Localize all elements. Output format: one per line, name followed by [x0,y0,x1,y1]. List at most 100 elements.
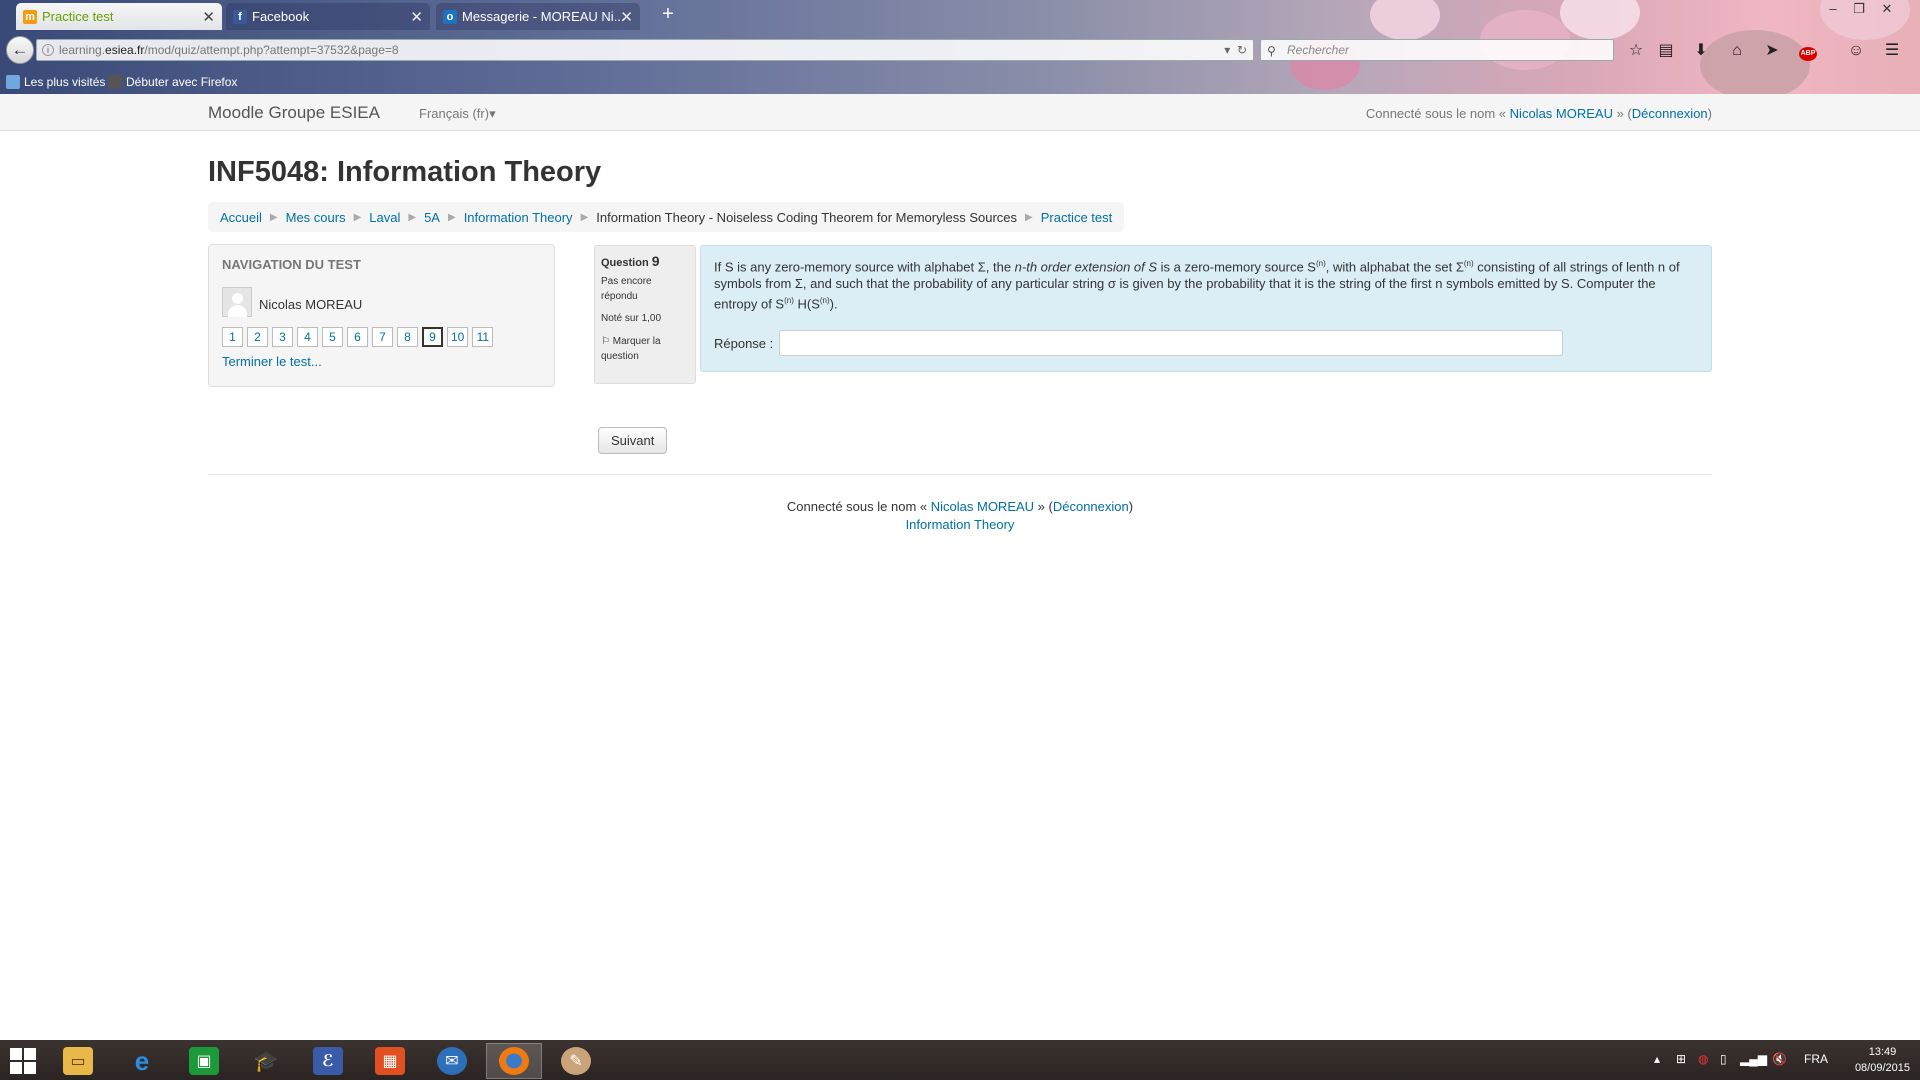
minimize-button[interactable]: – [1820,1,1846,19]
finish-attempt-link[interactable]: Terminer le test... [222,354,322,369]
windows-flag-icon[interactable]: ⊞ [1676,1052,1686,1066]
breadcrumb-practice-test[interactable]: Practice test [1041,210,1113,225]
question-text-emphasis: n-th order extension of S [1014,259,1158,275]
caret-down-icon: ▾ [489,106,496,121]
question-button-10[interactable]: 10 [447,327,469,347]
user-profile-link[interactable]: Nicolas MOREAU [1510,106,1613,121]
user-name: Nicolas MOREAU [259,297,363,312]
breadcrumb-5a[interactable]: 5A [424,210,440,225]
url-prefix: learning. [59,43,106,57]
answer-input[interactable] [779,330,1564,356]
block-title: Navigation du test [222,257,361,272]
input-language[interactable]: FRA [1804,1052,1828,1066]
page-footer: Connecté sous le nom « Nicolas MOREAU » … [208,498,1712,534]
bookmarks-list-icon[interactable]: ▤ [1654,41,1678,61]
tab-practice-test[interactable]: m Practice test ✕ [16,3,222,30]
search-bar[interactable]: ⚲ Rechercher [1260,39,1614,61]
tray-expand-icon[interactable]: ▴ [1654,1052,1660,1066]
network-icon[interactable]: ▂▄▆ [1740,1052,1767,1066]
tab-messagerie[interactable]: o Messagerie - MOREAU Ni... ✕ [436,3,640,30]
flag-question[interactable]: ⚐ Marquer la question [601,334,689,364]
question-button-2[interactable]: 2 [247,327,268,347]
back-button[interactable]: ← [6,36,34,64]
restore-button[interactable]: ❐ [1846,1,1872,19]
breadcrumb-section: Information Theory - Noiseless Coding Th… [596,209,1018,225]
reload-icon[interactable]: ▾ ↻ [1224,40,1247,60]
windows-start-icon[interactable] [10,1048,36,1074]
question-button-9-current[interactable]: 9 [422,327,443,347]
download-icon[interactable]: ⬇ [1689,41,1713,61]
breadcrumb-my-courses[interactable]: Mes cours [286,210,346,225]
user-profile-link[interactable]: Nicolas MOREAU [931,499,1034,514]
paint-palette-icon: ✎ [561,1047,591,1075]
taskbar-store[interactable]: ▣ [176,1043,232,1079]
chat-icon[interactable]: ☺ [1844,41,1868,61]
breadcrumb-separator-icon: ▶ [408,211,417,223]
breadcrumb: Accueil ▶ Mes cours ▶ Laval ▶ 5A ▶ Infor… [208,202,1125,232]
send-icon[interactable]: ➤ [1760,41,1784,61]
question-button-4[interactable]: 4 [297,327,318,347]
taskbar-app-4[interactable]: 🎓 [238,1043,294,1079]
login-suffix: ) [1707,106,1712,121]
chart-app-icon: ℰ [313,1047,343,1075]
close-window-button[interactable]: ✕ [1874,1,1900,19]
bookmark-star-icon[interactable]: ☆ [1624,41,1648,61]
question-label: Question [601,257,649,269]
taskbar-app-5[interactable]: ℰ [300,1043,356,1079]
volume-icon[interactable]: 🔇 [1772,1052,1787,1066]
new-tab-button[interactable]: + [654,3,682,26]
close-icon[interactable]: ✕ [620,8,633,26]
answer-row: Réponse : [714,330,1564,356]
home-icon[interactable]: ⌂ [1725,41,1749,61]
site-brand[interactable]: Moodle Groupe ESIEA [208,103,380,123]
next-button[interactable]: Suivant [598,427,668,454]
question-button-11[interactable]: 11 [472,327,494,347]
menu-icon[interactable]: ☰ [1880,41,1904,61]
footer-course-link[interactable]: Information Theory [906,517,1015,532]
question-content: If S is any zero-memory source with alph… [700,245,1712,372]
superscript-n: (n) [819,296,830,306]
url-bar[interactable]: i learning.esiea.fr/mod/quiz/attempt.php… [36,39,1254,61]
question-button-6[interactable]: 6 [347,327,368,347]
language-menu[interactable]: Français (fr)▾ [419,106,496,122]
taskbar-paint[interactable]: ✎ [548,1043,604,1079]
system-clock[interactable]: 13:49 08/09/2015 [1855,1044,1910,1076]
taskbar-thunderbird[interactable]: ✉ [424,1043,480,1079]
question-state: Pas encore répondu [601,276,652,302]
superscript-n: (n) [784,296,794,306]
web-page: Moodle Groupe ESIEA Français (fr)▾ Conne… [0,94,1920,1040]
clock-date: 08/09/2015 [1854,1062,1910,1074]
close-icon[interactable]: ✕ [202,8,215,26]
bookmark-most-visited[interactable]: Les plus visités [6,75,105,89]
login-prefix: Connecté sous le nom « [1365,106,1507,121]
question-button-5[interactable]: 5 [322,327,343,347]
logout-link[interactable]: Déconnexion [1632,106,1708,121]
question-button-7[interactable]: 7 [372,327,393,347]
battery-icon[interactable]: ▯ [1720,1052,1727,1066]
close-icon[interactable]: ✕ [410,8,423,26]
tab-facebook[interactable]: f Facebook ✕ [226,3,430,30]
bookmark-label: Les plus visités [24,75,106,89]
breadcrumb-course[interactable]: Information Theory [464,210,573,225]
taskbar-file-explorer[interactable]: ▭ [50,1043,106,1079]
question-button-8[interactable]: 8 [397,327,418,347]
taskbar-internet-explorer[interactable]: e [114,1043,170,1079]
bookmark-getting-started[interactable]: Débuter avec Firefox [108,75,237,89]
question-button-1[interactable]: 1 [222,327,243,347]
moodle-icon: m [23,10,37,24]
breadcrumb-separator-icon: ▶ [269,211,278,223]
logout-link[interactable]: Déconnexion [1053,499,1129,514]
outlook-icon: o [443,10,457,24]
taskbar-app-6[interactable]: ▦ [362,1043,418,1079]
site-info-icon[interactable]: i [42,44,54,56]
superscript-n: (n) [1463,259,1474,268]
question-info: Question 9 Pas encore répondu Noté sur 1… [594,245,696,384]
adblock-icon[interactable]: ABP [1796,41,1820,61]
footer-login-info: Connecté sous le nom « Nicolas MOREAU » … [208,498,1712,516]
breadcrumb-home[interactable]: Accueil [220,210,262,225]
breadcrumb-laval[interactable]: Laval [369,210,400,225]
divider [208,474,1712,475]
antivirus-icon[interactable]: ◍ [1698,1052,1708,1066]
taskbar-firefox[interactable] [486,1043,542,1079]
question-button-3[interactable]: 3 [272,327,293,347]
